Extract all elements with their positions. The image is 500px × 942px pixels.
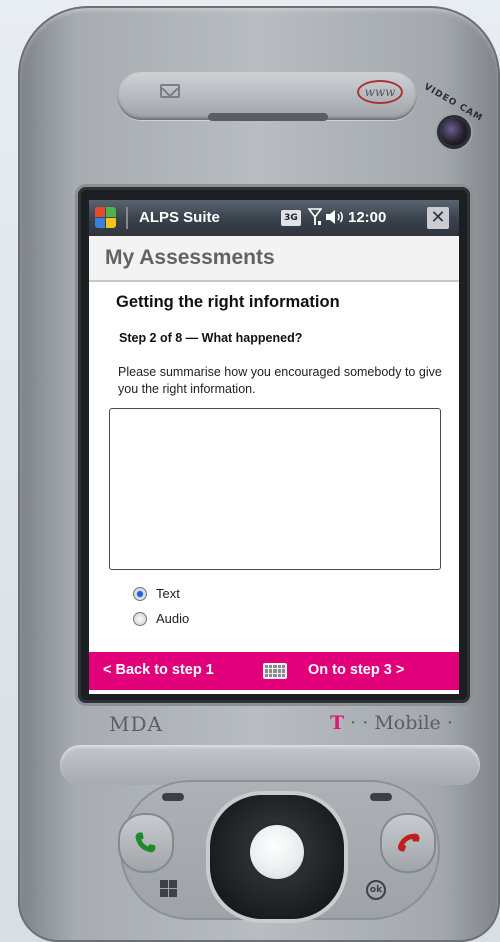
page-title: My Assessments (105, 246, 275, 269)
bottom-nav-bar: < Back to step 1 On to step 3 > (89, 652, 459, 690)
screen: ALPS Suite 3G 12:00 ✕ My Assessments Get… (89, 200, 459, 694)
title-bar: ALPS Suite 3G 12:00 ✕ (89, 200, 459, 236)
next-button[interactable]: On to step 3 > (308, 662, 404, 678)
speaker-volume-icon[interactable] (325, 208, 345, 230)
mail-icon[interactable] (160, 84, 180, 98)
lower-panel (60, 745, 480, 785)
radio-audio-label[interactable]: Audio (156, 611, 189, 626)
network-3g-badge[interactable]: 3G (281, 210, 301, 226)
t-mobile-t: T (330, 712, 345, 734)
speaker-grille (208, 113, 328, 121)
t-mobile-brand-logo: T · · Mobile · (330, 712, 453, 734)
close-button[interactable]: ✕ (427, 207, 449, 229)
mda-brand-logo: MDA (109, 712, 163, 736)
windows-start-icon[interactable] (95, 207, 117, 229)
keyboard-icon[interactable] (263, 663, 287, 679)
ok-key-icon[interactable]: ok (366, 880, 386, 900)
www-logo: www (357, 80, 403, 104)
radio-text-label[interactable]: Text (156, 586, 180, 601)
t-mobile-rest: · · Mobile · (344, 712, 453, 734)
radio-audio[interactable] (133, 611, 147, 626)
instruction-text: Please summarise how you encouraged some… (118, 365, 442, 396)
windows-start-key-icon[interactable] (160, 880, 178, 903)
antenna-signal-icon[interactable] (307, 208, 323, 230)
camera-lens-icon (440, 118, 468, 146)
call-button[interactable] (118, 813, 174, 873)
answer-textarea[interactable] (109, 408, 441, 570)
end-call-button[interactable] (380, 813, 436, 873)
app-title: ALPS Suite (139, 209, 220, 226)
section-heading: Getting the right information (116, 293, 340, 311)
clock[interactable]: 12:00 (348, 209, 386, 226)
dpad-center-button[interactable] (250, 825, 304, 879)
radio-text[interactable] (133, 586, 147, 601)
option-audio-row[interactable]: Audio (133, 611, 189, 626)
title-divider (126, 207, 128, 229)
back-button[interactable]: < Back to step 1 (103, 662, 214, 678)
left-softkey[interactable] (162, 793, 184, 801)
step-indicator: Step 2 of 8 — What happened? (119, 331, 303, 345)
option-text-row[interactable]: Text (133, 586, 180, 601)
page-header: My Assessments (89, 236, 459, 282)
right-softkey[interactable] (370, 793, 392, 801)
